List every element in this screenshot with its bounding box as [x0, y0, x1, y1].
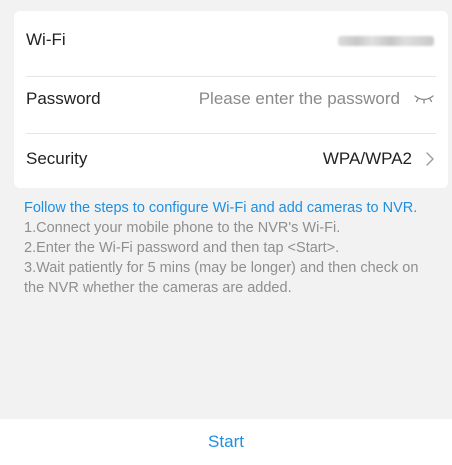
instruction-step: 3.Wait patiently for 5 mins (may be long…: [24, 260, 419, 296]
password-label: Password: [26, 89, 101, 108]
instruction-step: 2.Enter the Wi-Fi password and then tap …: [24, 240, 340, 256]
eye-closed-icon[interactable]: [414, 93, 434, 105]
bottom-bar: Start: [0, 419, 452, 465]
password-row: Password: [14, 70, 448, 128]
security-label: Security: [26, 149, 88, 168]
security-row[interactable]: Security WPA/WPA2: [14, 130, 448, 188]
wifi-ssid-redacted: [338, 36, 434, 46]
security-value: WPA/WPA2: [322, 149, 412, 168]
setup-instructions: Follow the steps to configure Wi-Fi and …: [24, 198, 424, 298]
chevron-right-icon: [426, 152, 434, 166]
password-input[interactable]: [160, 89, 400, 109]
wifi-row: Wi-Fi: [14, 11, 448, 69]
instruction-step: 1.Connect your mobile phone to the NVR's…: [24, 220, 341, 236]
wifi-config-card: Wi-Fi Password Security WPA/WPA2: [14, 11, 448, 188]
wifi-label: Wi-Fi: [26, 30, 66, 49]
instructions-title: Follow the steps to configure Wi-Fi and …: [24, 200, 418, 216]
start-button[interactable]: Start: [208, 432, 244, 452]
